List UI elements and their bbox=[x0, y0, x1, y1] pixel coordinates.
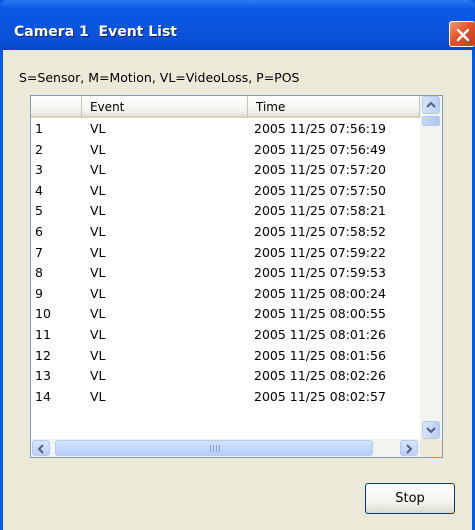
close-button[interactable] bbox=[449, 21, 475, 47]
table-row[interactable]: 9 VL 2005 11/25 08:00:24 bbox=[31, 284, 420, 305]
row-event: VL bbox=[90, 224, 106, 239]
list-header: Event Time bbox=[31, 96, 420, 118]
row-event: VL bbox=[90, 203, 106, 219]
row-event: VL bbox=[90, 162, 106, 178]
vertical-scroll-thumb[interactable] bbox=[422, 116, 440, 126]
row-time: 2005 11/25 07:56:49 bbox=[254, 141, 386, 157]
row-index: 12 bbox=[35, 347, 51, 363]
table-row[interactable]: 10 VL 2005 11/25 08:00:55 bbox=[31, 304, 420, 325]
table-row[interactable]: 11 VL 2005 11/25 08:01:26 bbox=[31, 325, 420, 346]
row-event: VL bbox=[90, 327, 106, 342]
row-index: 14 bbox=[35, 388, 51, 404]
scroll-down-button[interactable] bbox=[422, 421, 440, 439]
row-index: 8 bbox=[35, 265, 43, 281]
column-header-event[interactable]: Event bbox=[82, 96, 248, 118]
row-event: VL bbox=[90, 121, 106, 136]
row-index: 7 bbox=[35, 244, 43, 260]
row-event: VL bbox=[90, 347, 106, 363]
title-bar[interactable]: Camera 1 Event List bbox=[0, 0, 475, 50]
row-time: 2005 11/25 07:57:20 bbox=[254, 162, 386, 178]
event-legend: S=Sensor, M=Motion, VL=VideoLoss, P=POS bbox=[19, 70, 300, 85]
column-header-index[interactable] bbox=[31, 96, 82, 118]
horizontal-scroll-thumb[interactable] bbox=[55, 440, 373, 456]
event-list-window: Camera 1 Event List S=Sensor, M=Motion, … bbox=[0, 0, 475, 530]
stop-button[interactable]: Stop bbox=[365, 483, 455, 514]
event-list[interactable]: Event Time 1 VL 2005 11/25 07:56:19 2 VL 2005… bbox=[30, 95, 443, 458]
arrow-up-icon bbox=[426, 101, 436, 108]
row-time: 2005 11/25 07:59:53 bbox=[254, 265, 386, 281]
row-time: 2005 11/25 07:56:19 bbox=[254, 121, 386, 136]
row-time: 2005 11/25 08:01:26 bbox=[254, 327, 386, 342]
row-event: VL bbox=[90, 182, 106, 198]
row-index: 2 bbox=[35, 141, 43, 157]
row-index: 13 bbox=[35, 368, 51, 384]
row-event: VL bbox=[90, 368, 106, 384]
table-row[interactable]: 14 VL 2005 11/25 08:02:57 bbox=[31, 387, 420, 408]
column-header-time[interactable]: Time bbox=[248, 96, 420, 118]
row-event: VL bbox=[90, 265, 106, 281]
row-event: VL bbox=[90, 285, 106, 301]
table-row[interactable]: 8 VL 2005 11/25 07:59:53 bbox=[31, 263, 420, 284]
row-event: VL bbox=[90, 244, 106, 260]
row-time: 2005 11/25 08:02:26 bbox=[254, 368, 386, 384]
row-index: 11 bbox=[35, 327, 51, 342]
window-title: Camera 1 Event List bbox=[14, 24, 177, 40]
arrow-down-icon bbox=[426, 427, 436, 434]
table-row[interactable]: 6 VL 2005 11/25 07:58:52 bbox=[31, 222, 420, 243]
row-time: 2005 11/25 08:00:55 bbox=[254, 306, 386, 322]
row-index: 1 bbox=[35, 121, 43, 136]
row-event: VL bbox=[90, 141, 106, 157]
table-row[interactable]: 1 VL 2005 11/25 07:56:19 bbox=[31, 119, 420, 140]
row-index: 5 bbox=[35, 203, 43, 219]
row-event: VL bbox=[90, 388, 106, 404]
scroll-right-button[interactable] bbox=[400, 440, 418, 456]
table-row[interactable]: 13 VL 2005 11/25 08:02:26 bbox=[31, 366, 420, 387]
row-index: 3 bbox=[35, 162, 43, 178]
row-time: 2005 11/25 07:58:21 bbox=[254, 203, 386, 219]
row-time: 2005 11/25 08:02:57 bbox=[254, 388, 386, 404]
table-row[interactable]: 2 VL 2005 11/25 07:56:49 bbox=[31, 140, 420, 161]
table-row[interactable]: 7 VL 2005 11/25 07:59:22 bbox=[31, 243, 420, 264]
table-row[interactable]: 3 VL 2005 11/25 07:57:20 bbox=[31, 160, 420, 181]
scroll-left-button[interactable] bbox=[32, 440, 50, 456]
row-index: 4 bbox=[35, 182, 43, 198]
table-row[interactable]: 4 VL 2005 11/25 07:57:50 bbox=[31, 181, 420, 202]
row-time: 2005 11/25 07:57:50 bbox=[254, 182, 386, 198]
vertical-scrollbar[interactable] bbox=[420, 96, 442, 439]
scroll-up-button[interactable] bbox=[422, 96, 440, 114]
arrow-left-icon bbox=[37, 444, 44, 454]
row-time: 2005 11/25 07:59:22 bbox=[254, 244, 386, 260]
close-icon bbox=[456, 28, 470, 42]
row-event: VL bbox=[90, 306, 106, 322]
scrollbar-corner bbox=[420, 439, 442, 457]
row-time: 2005 11/25 08:01:56 bbox=[254, 347, 386, 363]
row-time: 2005 11/25 08:00:24 bbox=[254, 285, 386, 301]
row-index: 10 bbox=[35, 306, 51, 322]
arrow-right-icon bbox=[406, 444, 413, 454]
table-row[interactable]: 5 VL 2005 11/25 07:58:21 bbox=[31, 201, 420, 222]
row-time: 2005 11/25 07:58:52 bbox=[254, 224, 386, 239]
table-row[interactable]: 12 VL 2005 11/25 08:01:56 bbox=[31, 346, 420, 367]
scroll-grip bbox=[210, 445, 220, 452]
horizontal-scrollbar[interactable] bbox=[31, 439, 420, 457]
row-index: 9 bbox=[35, 285, 43, 301]
row-index: 6 bbox=[35, 224, 43, 239]
